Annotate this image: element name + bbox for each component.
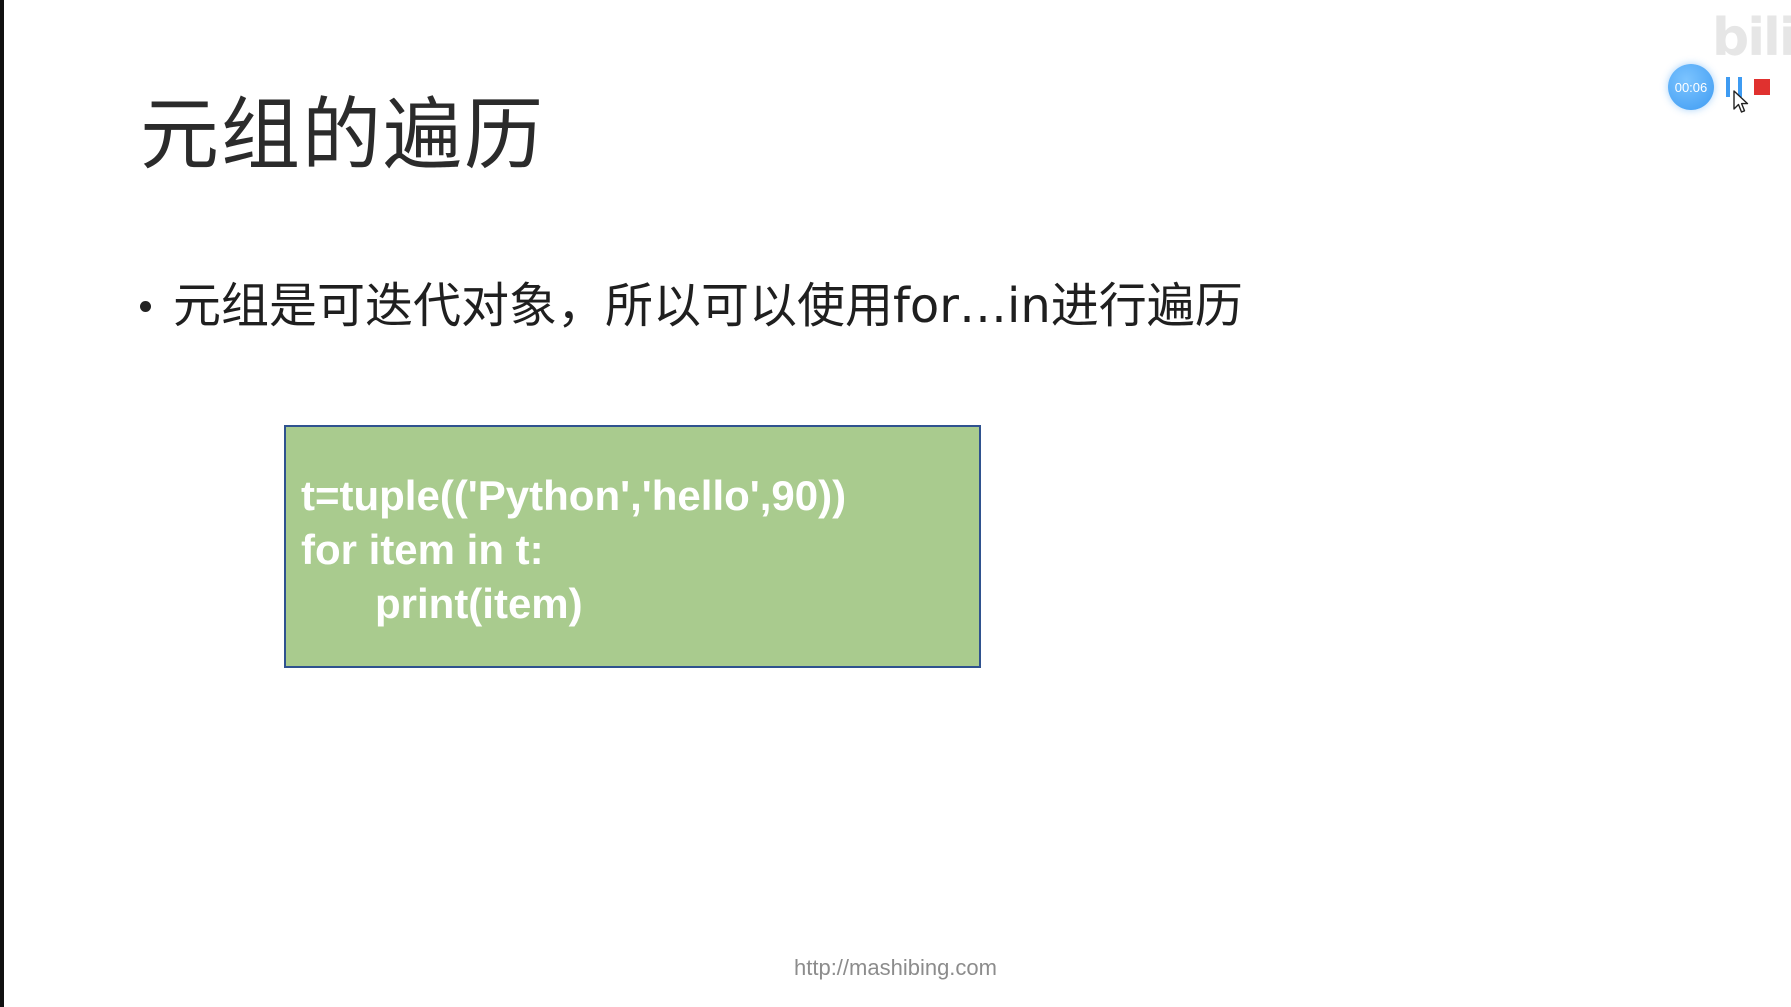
code-line: print(item) bbox=[375, 580, 583, 627]
footer-url: http://mashibing.com bbox=[794, 955, 997, 980]
code-example-box: t=tuple(('Python','hello',90)) for item … bbox=[284, 425, 981, 668]
code-line: for item in t: bbox=[301, 526, 544, 573]
code-line: t=tuple(('Python','hello',90)) bbox=[301, 472, 847, 519]
bullet-item: 元组是可迭代对象，所以可以使用for…in进行遍历 bbox=[140, 280, 1243, 333]
recording-timer[interactable]: 00:06 bbox=[1668, 64, 1714, 110]
presentation-slide: 元组的遍历 元组是可迭代对象，所以可以使用for…in进行遍历 t=tuple(… bbox=[4, 0, 1791, 1007]
stop-icon[interactable] bbox=[1754, 79, 1770, 95]
screen-recorder-controls: 00:06 bbox=[1668, 64, 1770, 110]
bilibili-watermark: bili bbox=[1712, 8, 1791, 68]
mouse-cursor-icon bbox=[1733, 90, 1749, 113]
bullet-text: 元组是可迭代对象，所以可以使用for…in进行遍历 bbox=[173, 278, 1243, 334]
slide-title: 元组的遍历 bbox=[140, 89, 545, 181]
bullet-dot-icon bbox=[140, 300, 151, 312]
